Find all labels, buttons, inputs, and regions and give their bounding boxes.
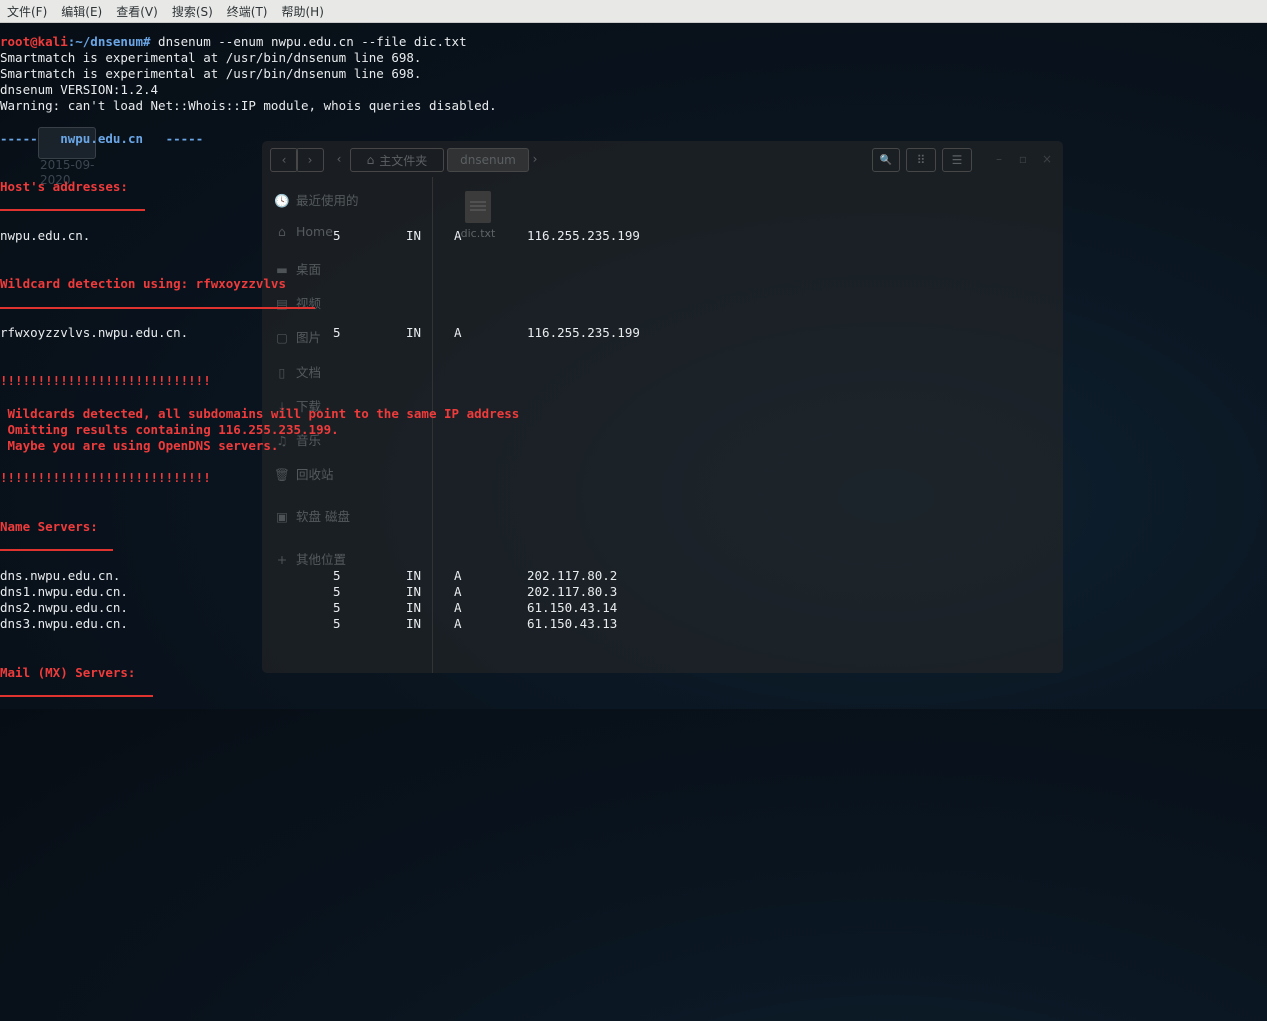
dns-record-ip: 61.150.43.13	[527, 616, 618, 631]
heading-underline	[0, 307, 315, 309]
dns-record-class: IN	[406, 616, 422, 631]
dns-record-name: dns.nwpu.edu.cn.	[0, 568, 121, 583]
dns-record-ip: 202.117.80.2	[527, 568, 618, 583]
domain-banner: ----- nwpu.edu.cn -----	[0, 131, 204, 146]
terminal-command-line: root@kali:~/dnsenum# dnsenum --enum nwpu…	[0, 34, 467, 50]
heading-underline	[0, 549, 113, 551]
dns-record-ip: 202.117.80.3	[527, 584, 618, 599]
dns-record-class: IN	[406, 325, 422, 340]
warning-bang-line: !!!!!!!!!!!!!!!!!!!!!!!!!!!!	[0, 470, 211, 485]
ns-heading: Name Servers:	[0, 519, 98, 534]
mx-heading: Mail (MX) Servers:	[0, 665, 136, 680]
warning-bang-line: !!!!!!!!!!!!!!!!!!!!!!!!!!!!	[0, 373, 211, 388]
dns-record-name: dns3.nwpu.edu.cn.	[0, 616, 128, 631]
dns-record-class: IN	[406, 584, 422, 599]
dns-record-class: IN	[406, 600, 422, 615]
terminal-line: Warning: can't load Net::Whois::IP modul…	[0, 98, 497, 113]
command-text: dnsenum --enum nwpu.edu.cn --file dic.tx…	[150, 34, 467, 49]
dns-record-name: dns1.nwpu.edu.cn.	[0, 584, 128, 599]
terminal-line: Smartmatch is experimental at /usr/bin/d…	[0, 50, 422, 65]
heading-underline	[0, 209, 145, 211]
dns-record-ip: 116.255.235.199	[527, 325, 640, 340]
dns-record-name: nwpu.edu.cn.	[0, 228, 91, 243]
dns-record-ttl: 5	[333, 600, 341, 615]
dns-record-type: A	[454, 325, 462, 340]
wildcard-warning: Maybe you are using OpenDNS servers.	[0, 438, 279, 453]
dns-record-ttl: 5	[333, 584, 341, 599]
dns-record-type: A	[454, 228, 462, 243]
dns-record-name: rfwxoyzzvlvs.nwpu.edu.cn.	[0, 325, 189, 340]
wildcard-heading: Wildcard detection using: rfwxoyzzvlvs	[0, 276, 286, 291]
prompt-path: :~/dnsenum#	[67, 34, 151, 49]
wildcard-warning: Omitting results containing 116.255.235.…	[0, 422, 339, 437]
dns-record-type: A	[454, 568, 462, 583]
dns-record-type: A	[454, 584, 462, 599]
dns-record-ip: 116.255.235.199	[527, 228, 640, 243]
dns-record-type: A	[454, 616, 462, 631]
dns-record-type: A	[454, 600, 462, 615]
terminal-line-prev: root@kali:~/dnsenum# ^C	[0, 16, 173, 24]
dns-record-ttl: 5	[333, 325, 341, 340]
dns-record-class: IN	[406, 568, 422, 583]
terminal-output[interactable]: root@kali:~/dnsenum# ^C root@kali:~/dnse…	[0, 0, 1267, 709]
prompt-user: root@kali	[0, 34, 68, 49]
heading-underline	[0, 695, 153, 697]
hosts-heading: Host's addresses:	[0, 179, 128, 194]
terminal-line: dnsenum VERSION:1.2.4	[0, 82, 159, 97]
dns-record-ip: 61.150.43.14	[527, 600, 618, 615]
dns-record-ttl: 5	[333, 568, 341, 583]
dns-record-ttl: 5	[333, 228, 341, 243]
dns-record-ttl: 5	[333, 616, 341, 631]
dns-record-class: IN	[406, 228, 422, 243]
terminal-line: Smartmatch is experimental at /usr/bin/d…	[0, 66, 422, 81]
dns-record-name: dns2.nwpu.edu.cn.	[0, 600, 128, 615]
wildcard-warning: Wildcards detected, all subdomains will …	[0, 406, 520, 421]
